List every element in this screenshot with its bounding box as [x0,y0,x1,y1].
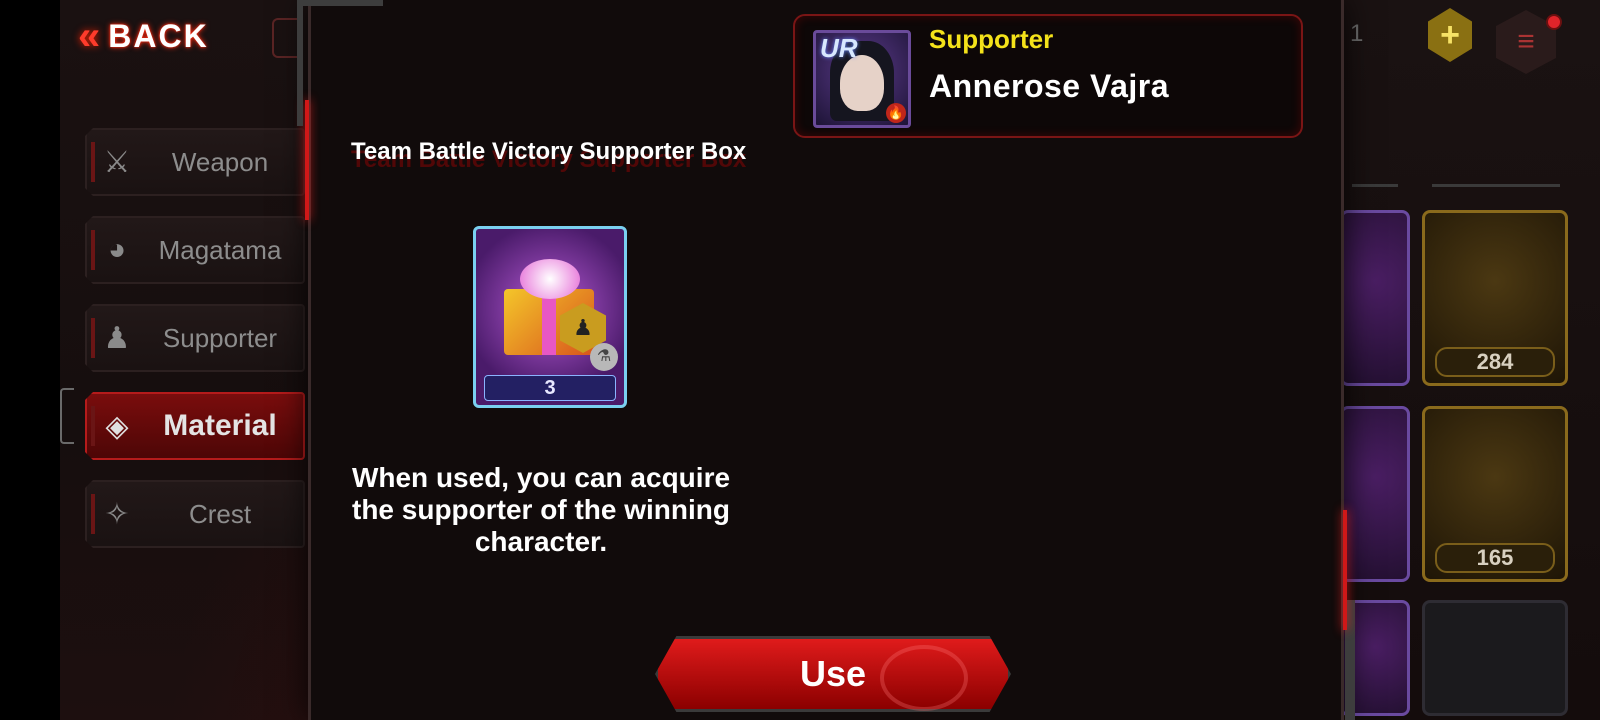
use-button[interactable]: Use [655,636,1011,712]
divider [1432,184,1560,187]
back-chevron-icon: « [78,14,101,58]
sidebar-item-label: Crest [188,498,252,529]
supporter-portrait: UR 🔥 [813,30,911,128]
supporter-icon: ♟ [103,321,131,355]
currency-counter: 1 [1350,20,1364,47]
plus-icon: + [1440,15,1460,54]
item-detail-modal: UR 🔥 Supporter Annerose Vajra Team Battl… [297,0,1355,720]
sidebar-item-magatama[interactable]: ◕ Magatama [85,216,305,284]
crest-icon: ✧ [104,497,130,531]
divider [1352,184,1398,187]
modal-frame-corner [297,0,383,126]
supporter-card[interactable]: UR 🔥 Supporter Annerose Vajra [793,14,1303,138]
sidebar-item-label: Magatama [158,234,282,265]
swords-icon: ⚔ [103,145,131,179]
currency-chip [272,18,300,58]
cube-icon: ◈ [105,409,129,443]
active-tab-indicator [60,388,74,444]
sidebar-item-weapon[interactable]: ⚔ Weapon [85,128,305,196]
inventory-item[interactable] [1340,210,1410,386]
back-button[interactable]: « BACK [78,12,248,60]
item-quantity: 3 [484,375,616,401]
back-label: BACK [108,17,209,54]
gift-box-item-icon: ♟ ⚗ 3 [473,226,627,408]
modal-frame-corner [1295,600,1355,720]
item-description: When used, you can acquire the supporter… [351,462,731,557]
inventory-item-crystal[interactable]: 284 [1422,210,1568,386]
magatama-icon: ◕ [107,233,127,266]
item-title: Team Battle Victory Supporter Box [351,138,747,165]
sidebar-item-label: Supporter [162,322,278,353]
gift-bow [520,259,580,299]
menu-icon: ≡ [1517,25,1535,58]
item-count: 284 [1435,347,1555,377]
supporter-name: Annerose Vajra [929,68,1169,104]
sidebar-item-material[interactable]: ◈ Material [85,392,305,460]
sidebar-item-label: Weapon [171,146,269,177]
sidebar-item-supporter[interactable]: ♟ Supporter [85,304,305,372]
flask-icon: ⚗ [590,343,618,371]
supporter-label: Supporter [929,24,1054,54]
inventory-item-gold-bar[interactable]: 165 [1422,406,1568,582]
item-count: 165 [1435,543,1555,573]
sidebar-item-crest[interactable]: ✧ Crest [85,480,305,548]
fire-element-icon: 🔥 [886,103,906,123]
rank-badge: UR [820,33,858,63]
use-button-label: Use [799,653,867,694]
inventory-item-ingot[interactable] [1422,600,1568,716]
notification-dot [1546,14,1562,30]
sidebar-item-label: Material [163,409,277,442]
inventory-item[interactable] [1340,406,1410,582]
category-sidebar: ⚔ Weapon ◕ Magatama ♟ Supporter ◈ Materi… [85,128,305,568]
